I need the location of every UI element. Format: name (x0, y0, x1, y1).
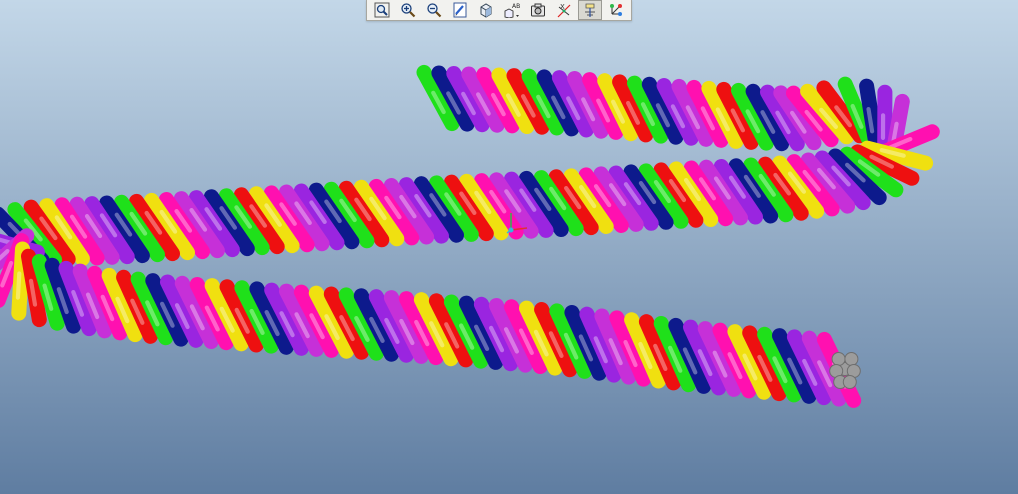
wire-end (831, 352, 846, 366)
zoom-refit-button[interactable] (370, 0, 394, 20)
zoom-in-icon (401, 3, 416, 18)
spin-center-button[interactable] (604, 0, 628, 20)
wire-end (844, 352, 859, 366)
repaint-button[interactable] (448, 0, 472, 20)
saved-views-icon: AB (504, 3, 520, 18)
zoom-refit-icon (374, 2, 390, 18)
view-toolbar: AB X (366, 0, 632, 21)
datum-display-button[interactable]: X (552, 0, 576, 20)
graphics-window[interactable]: AB X (0, 0, 1018, 494)
display-style-button[interactable] (474, 0, 498, 20)
annotation-display-button[interactable] (578, 0, 602, 20)
view-manager-button[interactable] (526, 0, 550, 20)
camera-icon (531, 3, 545, 17)
display-style-icon (480, 3, 492, 18)
saved-views-button[interactable]: AB (500, 0, 524, 20)
annotation-display-icon (585, 3, 595, 17)
zoom-out-icon (427, 3, 442, 18)
datum-display-icon: X (557, 3, 571, 18)
rope-strand-highlight (15, 271, 22, 300)
zoom-in-button[interactable] (396, 0, 420, 20)
model-canvas[interactable] (0, 0, 1018, 494)
rope-end-cap (829, 352, 861, 389)
repaint-icon (453, 2, 467, 18)
wire-end (842, 375, 857, 389)
saved-views-label: AB (512, 3, 520, 10)
triad-origin (508, 227, 514, 233)
spin-center-icon (610, 4, 622, 16)
zoom-out-button[interactable] (422, 0, 446, 20)
